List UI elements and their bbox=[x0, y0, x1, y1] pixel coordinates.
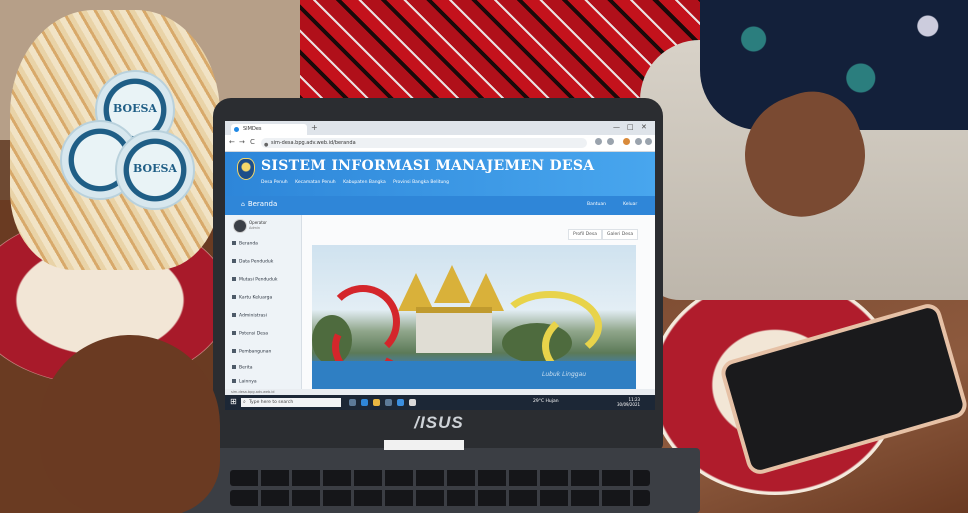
chrome-icon[interactable] bbox=[409, 399, 416, 406]
holding-hand bbox=[40, 335, 220, 513]
extension-icon[interactable] bbox=[595, 138, 602, 145]
windows-start-icon[interactable]: ⊞ bbox=[230, 398, 237, 406]
keyboard-row bbox=[230, 470, 650, 486]
nav-home-link[interactable]: ⌂ Beranda bbox=[241, 200, 277, 208]
menu-icon bbox=[232, 241, 236, 245]
home-icon: ⌂ bbox=[241, 201, 245, 208]
edge-browser-icon[interactable] bbox=[361, 399, 368, 406]
sidebar-item-label: Data Penduduk bbox=[239, 259, 274, 265]
menu-icon bbox=[232, 313, 236, 317]
sidebar-item[interactable]: Administrasi bbox=[232, 313, 267, 319]
profile-icon[interactable] bbox=[635, 138, 642, 145]
subtitle-part: Kabupaten Bangka bbox=[343, 180, 386, 185]
new-tab-button[interactable]: + bbox=[311, 123, 318, 132]
laptop-sticker bbox=[384, 440, 464, 450]
menu-icon bbox=[232, 379, 236, 383]
village-emblem-icon bbox=[237, 158, 255, 180]
keyboard-row bbox=[230, 490, 650, 506]
sidebar-item[interactable]: Beranda bbox=[232, 241, 258, 247]
menu-icon bbox=[232, 365, 236, 369]
forward-button[interactable]: → bbox=[239, 138, 245, 146]
task-view-icon[interactable] bbox=[349, 399, 356, 406]
reload-button[interactable]: C bbox=[250, 138, 255, 146]
photo-watermark: Lubuk Linggau bbox=[542, 371, 587, 378]
sidebar-item-label: Beranda bbox=[239, 241, 258, 247]
user-name: Operator bbox=[249, 220, 267, 225]
sidebar: Operator Admin Beranda Data Penduduk Mut… bbox=[225, 215, 302, 389]
sidebar-item[interactable]: Potensi Desa bbox=[232, 331, 268, 337]
sidebar-item-label: Pembangunan bbox=[239, 349, 272, 355]
sidebar-item[interactable]: Pembangunan bbox=[232, 349, 271, 355]
menu-icon bbox=[232, 331, 236, 335]
laptop-brand-logo: /ISUS bbox=[414, 413, 464, 432]
site-subtitle: Desa Penuh Kecamatan Penuh Kabupaten Ban… bbox=[261, 180, 455, 185]
browser-address-bar: ← → C ● sim-desa.bpg.adv.web.id/beranda bbox=[225, 135, 655, 152]
laptop-screen: SIMDes + — □ ✕ ← → C ● sim-desa.bpg.adv.… bbox=[225, 121, 655, 410]
pavilion-roof-spire bbox=[468, 273, 504, 311]
water-cup: BOESA bbox=[115, 130, 195, 210]
subtitle-part: Kecamatan Penuh bbox=[295, 180, 336, 185]
clock-date: 30/09/2021 bbox=[617, 402, 641, 407]
photo-scene: BOESA BOESA /ISUS SIMDes + — □ ✕ ← → C ● bbox=[0, 0, 968, 513]
site-title: SISTEM INFORMASI MANAJEMEN DESA bbox=[261, 158, 595, 174]
sidebar-item[interactable]: Data Penduduk bbox=[232, 259, 273, 265]
nav-help-link[interactable]: Bantuan bbox=[587, 202, 606, 207]
pavilion-roof-spire bbox=[434, 265, 470, 303]
tab-gallery[interactable]: Galeri Desa bbox=[602, 229, 639, 240]
sidebar-item[interactable]: Berita bbox=[232, 365, 252, 371]
windows-taskbar: ⊞ ⌕ Type here to search 29°C Hujan 11:23… bbox=[225, 395, 655, 410]
browser-tab[interactable]: SIMDes bbox=[231, 124, 307, 135]
sidebar-item-label: Administrasi bbox=[239, 313, 267, 319]
mail-icon[interactable] bbox=[397, 399, 404, 406]
cup-brand-label: BOESA bbox=[133, 162, 177, 175]
sidebar-item-label: Berita bbox=[239, 365, 253, 371]
taskbar-clock[interactable]: 11:23 30/09/2021 bbox=[617, 397, 640, 407]
site-header: SISTEM INFORMASI MANAJEMEN DESA Desa Pen… bbox=[225, 152, 655, 196]
pavilion bbox=[416, 307, 492, 353]
sidebar-item-label: Kartu Keluarga bbox=[239, 295, 273, 301]
menu-icon bbox=[232, 349, 236, 353]
back-button[interactable]: ← bbox=[229, 138, 235, 146]
avatar bbox=[233, 219, 247, 233]
user-role: Admin bbox=[249, 226, 261, 230]
nav-logout-link[interactable]: Keluar bbox=[623, 202, 637, 207]
taskbar-search-placeholder: Type here to search bbox=[249, 400, 294, 405]
menu-icon bbox=[232, 277, 236, 281]
file-explorer-icon[interactable] bbox=[373, 399, 380, 406]
minimize-button[interactable]: — bbox=[613, 123, 620, 131]
nav-home-label: Beranda bbox=[247, 200, 278, 208]
url-text: sim-desa.bpg.adv.web.id/beranda bbox=[271, 140, 356, 146]
sidebar-item[interactable]: Lainnya bbox=[232, 379, 257, 385]
sidebar-item[interactable]: Mutasi Penduduk bbox=[232, 277, 277, 283]
lock-icon: ● bbox=[264, 142, 269, 148]
menu-icon bbox=[232, 259, 236, 263]
site-navbar: ⌂ Beranda Bantuan Keluar bbox=[225, 196, 655, 215]
store-icon[interactable] bbox=[385, 399, 392, 406]
menu-dots-icon[interactable] bbox=[645, 138, 652, 145]
swimming-pool bbox=[312, 361, 636, 389]
cup-brand-label: BOESA bbox=[113, 102, 157, 115]
weather-widget[interactable]: 29°C Hujan bbox=[533, 399, 559, 404]
url-input[interactable]: ● sim-desa.bpg.adv.web.id/beranda bbox=[261, 138, 587, 148]
subtitle-part: Provinsi Bangka Belitung bbox=[393, 180, 450, 185]
browser-tab-bar: SIMDes + — □ ✕ bbox=[225, 121, 655, 135]
favicon-icon bbox=[234, 127, 239, 132]
sidebar-item[interactable]: Kartu Keluarga bbox=[232, 295, 272, 301]
menu-icon bbox=[232, 295, 236, 299]
taskbar-search-input[interactable]: ⌕ Type here to search bbox=[241, 398, 341, 407]
extension-icon[interactable] bbox=[623, 138, 630, 145]
tab-title: SIMDes bbox=[243, 126, 262, 132]
sidebar-item-label: Potensi Desa bbox=[239, 331, 269, 337]
tab-profile[interactable]: Profil Desa bbox=[568, 229, 602, 240]
close-window-button[interactable]: ✕ bbox=[641, 123, 647, 131]
sidebar-item-label: Mutasi Penduduk bbox=[239, 277, 278, 283]
maximize-button[interactable]: □ bbox=[627, 123, 634, 131]
pavilion-roof-spire bbox=[398, 273, 434, 311]
waterpark-photo: Lubuk Linggau bbox=[312, 245, 636, 389]
subtitle-part: Desa Penuh bbox=[261, 180, 288, 185]
search-icon: ⌕ bbox=[243, 399, 246, 405]
sidebar-item-label: Lainnya bbox=[239, 379, 257, 385]
extension-icon[interactable] bbox=[607, 138, 614, 145]
main-content: Profil Desa Galeri Desa Lubuk Linggau bbox=[302, 215, 655, 389]
